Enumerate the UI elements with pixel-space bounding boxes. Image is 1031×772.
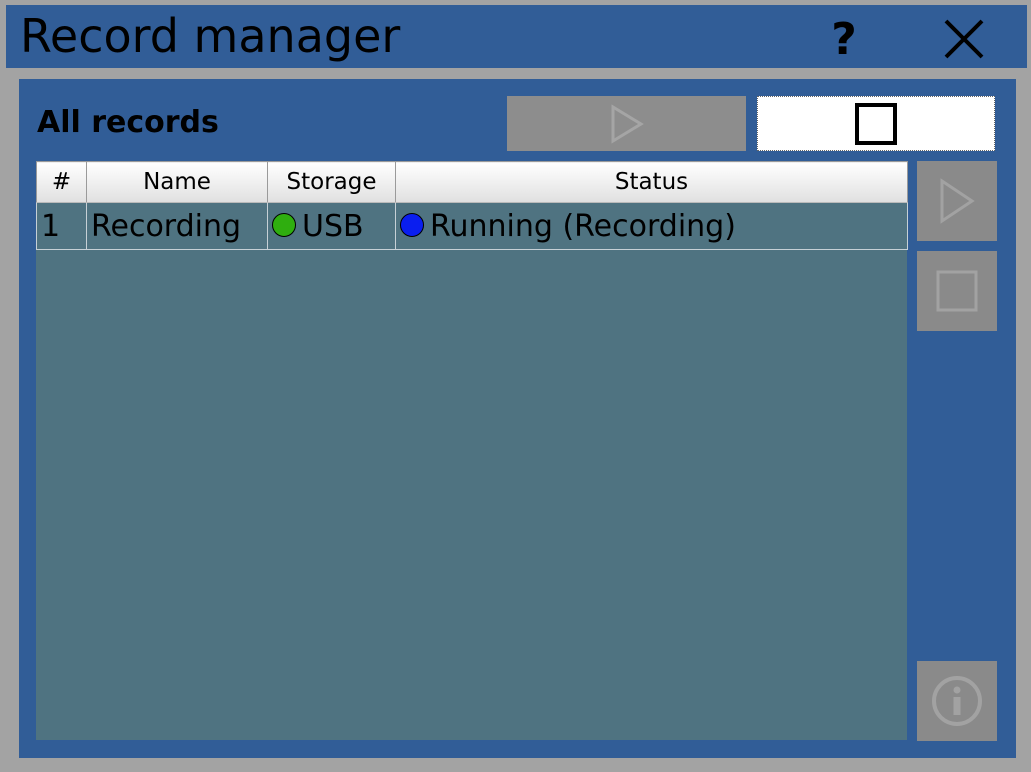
running-status-dot-icon xyxy=(400,213,424,237)
window-title: Record manager xyxy=(20,9,401,63)
play-icon xyxy=(611,103,644,144)
column-header-status[interactable]: Status xyxy=(395,161,908,203)
help-icon: ? xyxy=(831,13,857,65)
row-number: 1 xyxy=(36,202,87,250)
play-icon xyxy=(940,178,975,224)
info-icon xyxy=(932,676,982,726)
column-header-storage[interactable]: Storage xyxy=(267,161,396,203)
row-status: Running (Recording) xyxy=(395,202,908,250)
records-table-area: # Name Storage Status 1 Recording USB Ru… xyxy=(36,161,908,740)
play-record-button[interactable] xyxy=(917,161,997,241)
section-title: All records xyxy=(37,105,219,140)
stop-icon xyxy=(936,270,978,312)
record-panel: All records # Name Storage Status 1 Reco… xyxy=(19,79,1016,758)
column-header-number[interactable]: # xyxy=(36,161,87,203)
stop-record-button[interactable] xyxy=(917,251,997,331)
storage-status-dot-icon xyxy=(272,213,296,237)
records-table: # Name Storage Status 1 Recording USB Ru… xyxy=(36,161,908,250)
info-button[interactable] xyxy=(917,661,997,741)
row-storage: USB xyxy=(267,202,396,250)
column-header-name[interactable]: Name xyxy=(86,161,268,203)
close-button[interactable] xyxy=(934,11,994,67)
stop-icon xyxy=(855,102,897,145)
title-bar: Record manager ? xyxy=(6,5,1027,68)
row-name: Recording xyxy=(86,202,268,250)
stop-all-button[interactable] xyxy=(757,96,995,151)
status-label: Running (Recording) xyxy=(430,208,736,244)
storage-label: USB xyxy=(302,208,364,244)
table-row[interactable]: 1 Recording USB Running (Recording) xyxy=(36,202,908,250)
close-icon xyxy=(944,19,984,59)
help-button[interactable]: ? xyxy=(814,11,874,67)
play-all-button[interactable] xyxy=(507,96,746,151)
